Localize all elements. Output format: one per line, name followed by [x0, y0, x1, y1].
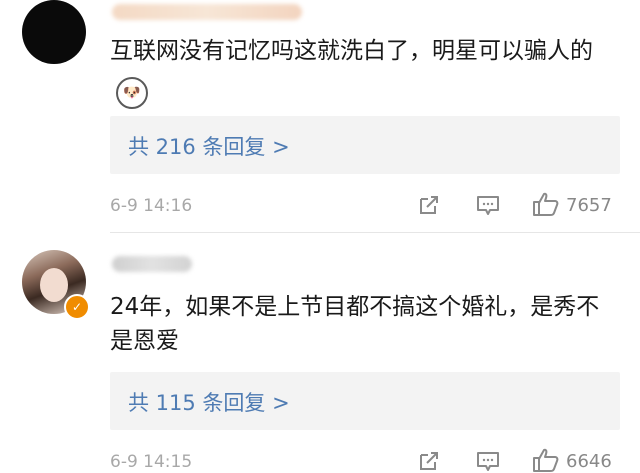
comment-item: 互联网没有记忆吗这就洗白了，明星可以骗人的 🐶 共 216 条回复 > 6-9 1…: [0, 0, 640, 232]
share-icon[interactable]: [418, 450, 440, 472]
thumbs-up-icon[interactable]: [532, 447, 560, 473]
username-blurred[interactable]: [112, 256, 192, 272]
replies-count-label: 共 216 条回复 >: [128, 135, 290, 159]
like-count: 6646: [566, 451, 612, 472]
comment-text-content: 互联网没有记忆吗这就洗白了，明星可以骗人的: [110, 38, 593, 64]
comment-text: 互联网没有记忆吗这就洗白了，明星可以骗人的 🐶: [110, 34, 620, 109]
comment-item: ✓ 24年，如果不是上节目都不搞这个婚礼，是秀不是恩爱 共 115 条回复 > …: [0, 232, 640, 472]
share-icon[interactable]: [418, 194, 440, 216]
view-replies-button[interactable]: 共 216 条回复 >: [110, 116, 620, 174]
comment-icon[interactable]: [476, 450, 500, 472]
comment-text-content: 24年，如果不是上节目都不搞这个婚礼，是秀不是恩爱: [110, 294, 600, 354]
like-count: 7657: [566, 195, 612, 216]
avatar-face: [40, 268, 68, 302]
comment-text: 24年，如果不是上节目都不搞这个婚礼，是秀不是恩爱: [110, 290, 620, 358]
replies-count-label: 共 115 条回复 >: [128, 391, 290, 415]
timestamp: 6-9 14:16: [110, 196, 193, 216]
username-blurred[interactable]: [112, 4, 302, 20]
timestamp: 6-9 14:15: [110, 452, 193, 472]
dog-emoji-icon: 🐶: [116, 77, 148, 109]
comment-icon[interactable]: [476, 194, 500, 216]
thumbs-up-icon[interactable]: [532, 191, 560, 217]
avatar[interactable]: [22, 0, 86, 64]
view-replies-button[interactable]: 共 115 条回复 >: [110, 372, 620, 430]
verified-badge-icon: ✓: [64, 294, 90, 320]
